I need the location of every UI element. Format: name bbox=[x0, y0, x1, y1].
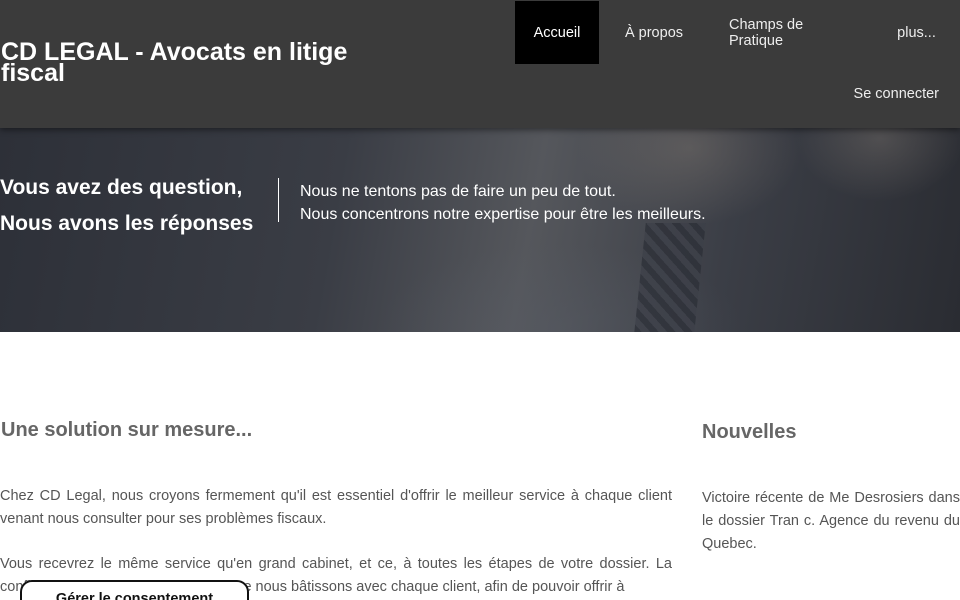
nav-item-plus[interactable]: plus... bbox=[875, 1, 958, 64]
intro-paragraph: Chez CD Legal, nous croyons fermement qu… bbox=[0, 488, 672, 527]
login-link[interactable]: Se connecter bbox=[854, 86, 939, 102]
hero-banner: Vous avez des question, Nous avons les r… bbox=[0, 128, 960, 332]
hero-heading: Vous avez des question, Nous avons les r… bbox=[0, 170, 270, 242]
section-title: Une solution sur mesure... bbox=[1, 419, 253, 441]
site-header: CD LEGAL - Avocats en litige fiscal Accu… bbox=[0, 0, 960, 128]
hero-background-detail bbox=[634, 223, 706, 332]
hero-text: Nous ne tentons pas de faire un peu de t… bbox=[300, 180, 706, 226]
nav-item-a-propos[interactable]: À propos bbox=[599, 1, 709, 64]
hero-text-line2: Nous concentrons notre expertise pour êt… bbox=[300, 206, 706, 223]
hero-divider bbox=[278, 178, 279, 222]
hero-heading-line2: Nous avons les réponses bbox=[0, 212, 254, 235]
hero-heading-line1: Vous avez des question, bbox=[0, 176, 243, 199]
site-title[interactable]: CD LEGAL - Avocats en litige fiscal bbox=[1, 40, 381, 86]
hero-text-line1: Nous ne tentons pas de faire un peu de t… bbox=[300, 183, 616, 200]
main-nav: Accueil À propos Champs de Pratique plus… bbox=[515, 1, 960, 64]
nav-item-accueil[interactable]: Accueil bbox=[515, 1, 599, 64]
nav-item-champs-de-pratique[interactable]: Champs de Pratique bbox=[709, 1, 875, 64]
news-item[interactable]: Victoire récente de Me Desrosiers dans l… bbox=[702, 487, 960, 556]
manage-consent-button[interactable]: Gérer le consentement bbox=[20, 580, 249, 600]
news-title: Nouvelles bbox=[702, 421, 797, 443]
